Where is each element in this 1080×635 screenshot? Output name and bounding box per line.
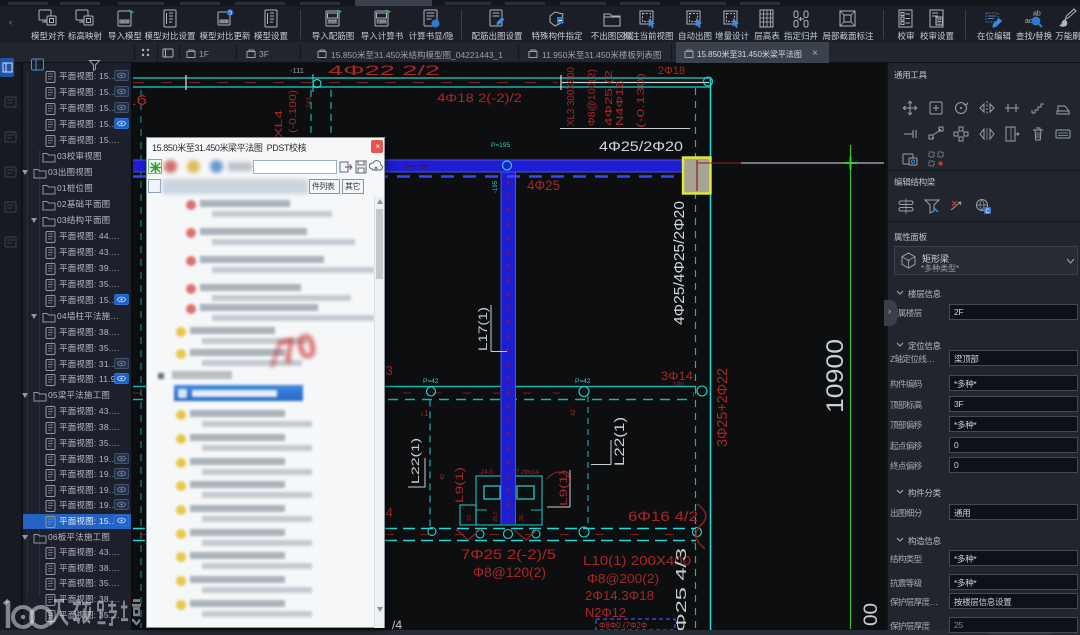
svg-text:P=195: P=195 <box>491 142 510 149</box>
svg-text:-24.0: -24.0 <box>479 470 493 476</box>
svg-text:-195: -195 <box>493 180 499 193</box>
svg-text:P=42: P=42 <box>423 378 439 385</box>
svg-text:L17(1): L17(1) <box>478 307 490 351</box>
svg-text:7.2Φc14: 7.2Φc14 <box>516 470 539 476</box>
svg-text:N2Φ12: N2Φ12 <box>585 606 626 620</box>
svg-text:22: 22 <box>467 515 473 521</box>
svg-text:4Φ18 2(-2)/2: 4Φ18 2(-2)/2 <box>437 93 522 105</box>
svg-text:-111: -111 <box>290 66 304 75</box>
svg-text:4Φ22 2/2: 4Φ22 2/2 <box>328 63 440 78</box>
svg-text:26: 26 <box>519 515 525 521</box>
svg-text:MOD: MOD <box>219 19 229 24</box>
svg-text:4Φ25: 4Φ25 <box>527 177 560 193</box>
svg-text:↓1: ↓1 <box>420 409 429 418</box>
svg-text:(-0.100): (-0.100) <box>287 90 299 133</box>
svg-text:MOD: MOD <box>119 19 130 24</box>
svg-text:Φ25 4/3: Φ25 4/3 <box>673 548 690 630</box>
svg-text:/4: /4 <box>392 618 402 630</box>
svg-text:L22(1): L22(1) <box>410 438 422 484</box>
svg-text:42: 42 <box>440 474 446 480</box>
svg-text:10900: 10900 <box>822 339 849 413</box>
svg-text:↓: ↓ <box>692 391 696 398</box>
svg-text:P=42: P=42 <box>575 378 591 385</box>
svg-text:N4Φ16: N4Φ16 <box>614 80 626 126</box>
svg-text:L9(1): L9(1) <box>558 470 570 506</box>
svg-text:Φ8Φ0 (7Φ2Φ: Φ8Φ0 (7Φ2Φ <box>599 621 647 630</box>
svg-text:4Φ25/4Φ25/2Φ20: 4Φ25/4Φ25/2Φ20 <box>671 201 688 325</box>
svg-text:Φ8@100(2): Φ8@100(2) <box>586 69 598 126</box>
svg-text:XL4: XL4 <box>273 110 285 138</box>
svg-text:XL3 300X800: XL3 300X800 <box>565 67 577 126</box>
svg-text:Φ8@200(2): Φ8@200(2) <box>587 572 659 586</box>
svg-text:3Φ25+2Φ22: 3Φ25+2Φ22 <box>715 368 731 447</box>
svg-text:100: 100 <box>673 381 684 388</box>
svg-text:ab: ab <box>1033 11 1041 18</box>
svg-text:2Φ18: 2Φ18 <box>658 65 685 77</box>
svg-text:L22(1): L22(1) <box>612 417 627 466</box>
svg-text:00: 00 <box>861 603 882 626</box>
svg-text:7Φ25 2(-2)/5: 7Φ25 2(-2)/5 <box>461 547 556 562</box>
svg-text:Φ8@120(2): Φ8@120(2) <box>473 565 546 580</box>
svg-text:2Φ14.3Φ18: 2Φ14.3Φ18 <box>585 589 654 603</box>
svg-text:(-0.130): (-0.130) <box>635 73 647 128</box>
svg-text:7.5%: 7.5% <box>376 19 386 24</box>
svg-text:6Φ16 4/2: 6Φ16 4/2 <box>628 509 698 524</box>
svg-text:P3T: P3T <box>328 19 337 24</box>
svg-text:16: 16 <box>133 92 147 109</box>
svg-text:42: 42 <box>571 409 577 416</box>
svg-text:L9(1): L9(1) <box>454 467 466 503</box>
svg-text:C: C <box>985 209 990 215</box>
svg-text:4Φ25/2Φ20: 4Φ25/2Φ20 <box>599 138 683 154</box>
svg-text:243: 243 <box>306 97 313 108</box>
svg-text:20.5: 20.5 <box>493 511 499 522</box>
